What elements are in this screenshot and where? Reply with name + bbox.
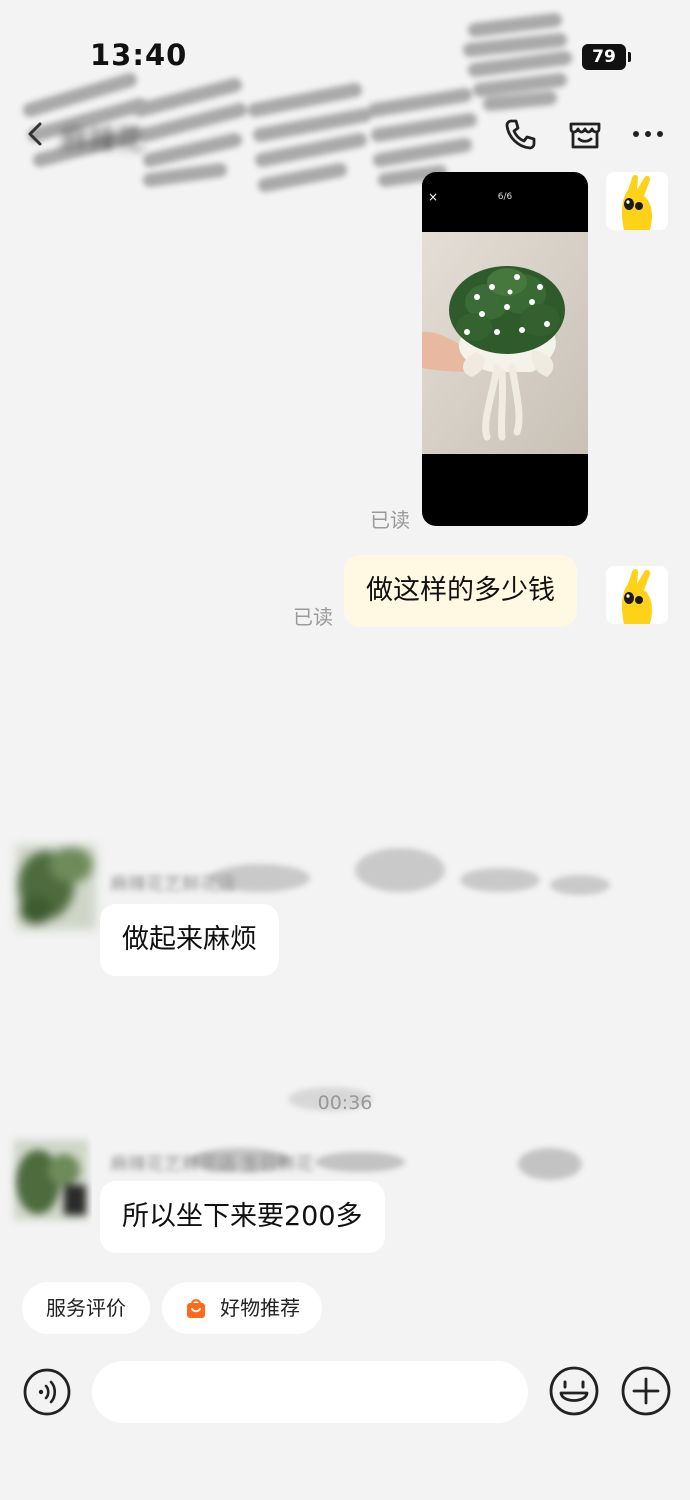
phone-icon[interactable] xyxy=(500,114,540,154)
outgoing-message[interactable]: 做这样的多少钱 xyxy=(344,555,577,627)
message-input[interactable] xyxy=(92,1361,528,1423)
shop-avatar[interactable] xyxy=(6,830,106,940)
incoming-message[interactable]: 做起来麻烦 xyxy=(100,904,279,976)
image-top-bar: × 6/6 xyxy=(422,172,588,232)
image-counter: 6/6 xyxy=(497,192,513,202)
redaction-blur xyxy=(210,848,610,895)
broccoli-bouquet-photo xyxy=(422,232,588,454)
incoming-message[interactable]: 所以坐下来要200多 xyxy=(100,1181,385,1253)
yellow-mascot-avatar xyxy=(606,566,668,624)
blurred-avatar-image xyxy=(14,1140,88,1220)
quick-reply-service-review[interactable]: 服务评价 xyxy=(22,1282,150,1334)
redaction-blur xyxy=(288,1087,372,1111)
chat-header: 麻辣花 xyxy=(0,100,690,170)
voice-icon[interactable] xyxy=(22,1367,72,1417)
chat-title: 麻辣花 xyxy=(60,123,145,156)
emoji-icon[interactable] xyxy=(548,1365,600,1417)
more-icon[interactable] xyxy=(628,114,668,154)
yellow-mascot-avatar xyxy=(606,172,668,230)
shopping-bag-icon xyxy=(186,1298,205,1318)
my-avatar[interactable] xyxy=(606,566,668,624)
quick-reply-label: 服务评价 xyxy=(46,1296,126,1320)
back-icon[interactable] xyxy=(18,116,54,152)
shop-avatar[interactable] xyxy=(6,1130,92,1230)
message-input-bar xyxy=(0,1345,690,1445)
store-icon[interactable] xyxy=(565,114,605,154)
image-message[interactable]: × 6/6 xyxy=(422,172,588,526)
my-avatar[interactable] xyxy=(606,172,668,230)
read-status: 已读 xyxy=(370,508,410,532)
plus-icon[interactable] xyxy=(620,1365,672,1417)
quick-reply-recommend[interactable]: 好物推荐 xyxy=(162,1282,322,1334)
quick-reply-label: 好物推荐 xyxy=(220,1296,301,1320)
blurred-avatar-image xyxy=(16,845,96,930)
read-status: 已读 xyxy=(293,605,333,629)
